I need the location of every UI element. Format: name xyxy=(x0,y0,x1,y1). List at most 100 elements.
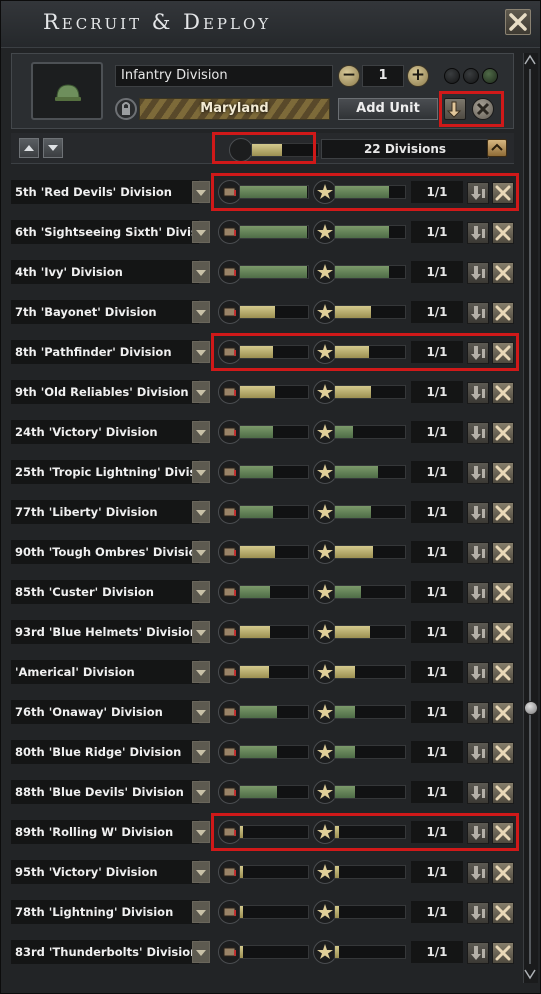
division-name[interactable]: 89th 'Rolling W' Division xyxy=(11,820,199,844)
equipment-bar-fill xyxy=(240,626,270,638)
cancel-division-button[interactable] xyxy=(492,782,514,804)
deploy-division-button[interactable] xyxy=(467,942,489,964)
scroll-up-arrow-icon[interactable] xyxy=(523,53,537,67)
cancel-division-button[interactable] xyxy=(492,622,514,644)
template-dropdown-button[interactable] xyxy=(192,861,210,883)
division-name[interactable]: 85th 'Custer' Division xyxy=(11,580,199,604)
add-unit-button[interactable]: Add Unit xyxy=(338,98,438,120)
template-dropdown-button[interactable] xyxy=(192,741,210,763)
deploy-division-button[interactable] xyxy=(467,302,489,324)
deploy-division-button[interactable] xyxy=(467,902,489,924)
template-dropdown-button[interactable] xyxy=(192,821,210,843)
deploy-division-button[interactable] xyxy=(467,262,489,284)
cancel-division-button[interactable] xyxy=(492,742,514,764)
cancel-division-button[interactable] xyxy=(492,702,514,724)
deploy-division-button[interactable] xyxy=(467,662,489,684)
move-up-button[interactable] xyxy=(19,138,39,158)
deploy-division-button[interactable] xyxy=(467,582,489,604)
template-name-field[interactable]: Infantry Division xyxy=(115,65,333,87)
deploy-division-button[interactable] xyxy=(467,542,489,564)
cancel-division-button[interactable] xyxy=(492,342,514,364)
cancel-division-button[interactable] xyxy=(492,942,514,964)
cancel-division-button[interactable] xyxy=(492,422,514,444)
division-name[interactable]: 8th 'Pathfinder' Division xyxy=(11,340,199,364)
quantity-field[interactable]: 1 xyxy=(362,65,404,87)
cancel-division-button[interactable] xyxy=(492,902,514,924)
template-dropdown-button[interactable] xyxy=(192,181,210,203)
division-name[interactable]: 76th 'Onaway' Division xyxy=(11,700,199,724)
deploy-division-button[interactable] xyxy=(467,462,489,484)
cancel-division-button[interactable] xyxy=(492,462,514,484)
template-dropdown-button[interactable] xyxy=(192,341,210,363)
division-count-value: 1/1 xyxy=(411,701,463,723)
move-down-button[interactable] xyxy=(43,138,63,158)
division-name[interactable]: 80th 'Blue Ridge' Division xyxy=(11,740,199,764)
cancel-division-button[interactable] xyxy=(492,862,514,884)
deploy-location-selector[interactable]: Maryland xyxy=(139,98,330,120)
lock-location-button[interactable] xyxy=(115,98,137,120)
division-name[interactable]: 90th 'Tough Ombres' Divisio xyxy=(11,540,199,564)
template-dropdown-button[interactable] xyxy=(192,501,210,523)
division-name[interactable]: 'Americal' Division xyxy=(11,660,199,684)
cancel-division-button[interactable] xyxy=(492,582,514,604)
template-dropdown-button[interactable] xyxy=(192,541,210,563)
division-name[interactable]: 93rd 'Blue Helmets' Division xyxy=(11,620,199,644)
cancel-division-button[interactable] xyxy=(492,262,514,284)
template-dropdown-button[interactable] xyxy=(192,661,210,683)
division-name[interactable]: 9th 'Old Reliables' Division xyxy=(11,380,199,404)
division-name[interactable]: 78th 'Lightning' Division xyxy=(11,900,199,924)
template-dropdown-button[interactable] xyxy=(192,301,210,323)
division-name[interactable]: 25th 'Tropic Lightning' Divis xyxy=(11,460,199,484)
template-dropdown-button[interactable] xyxy=(192,461,210,483)
cancel-division-button[interactable] xyxy=(492,222,514,244)
decrease-quantity-button[interactable]: − xyxy=(338,65,360,87)
deploy-division-button[interactable] xyxy=(467,342,489,364)
cancel-division-button[interactable] xyxy=(492,302,514,324)
template-dropdown-button[interactable] xyxy=(192,701,210,723)
deploy-division-button[interactable] xyxy=(467,182,489,204)
division-name[interactable]: 77th 'Liberty' Division xyxy=(11,500,199,524)
close-button[interactable] xyxy=(505,9,531,35)
deploy-division-button[interactable] xyxy=(467,222,489,244)
scrollbar-thumb[interactable] xyxy=(524,701,538,715)
cancel-division-button[interactable] xyxy=(492,822,514,844)
deploy-arrow-icon xyxy=(471,426,485,440)
cancel-division-button[interactable] xyxy=(492,542,514,564)
template-dropdown-button[interactable] xyxy=(192,261,210,283)
cancel-division-button[interactable] xyxy=(492,502,514,524)
template-dropdown-button[interactable] xyxy=(192,621,210,643)
cancel-division-button[interactable] xyxy=(492,662,514,684)
cancel-all-button[interactable] xyxy=(472,98,494,120)
deploy-division-button[interactable] xyxy=(467,862,489,884)
increase-quantity-button[interactable]: + xyxy=(407,65,429,87)
division-name[interactable]: 6th 'Sightseeing Sixth' Divis xyxy=(11,220,199,244)
deploy-division-button[interactable] xyxy=(467,822,489,844)
collapse-list-button[interactable] xyxy=(487,139,507,157)
deploy-division-button[interactable] xyxy=(467,502,489,524)
division-name[interactable]: 4th 'Ivy' Division xyxy=(11,260,199,284)
template-dropdown-button[interactable] xyxy=(192,221,210,243)
template-dropdown-button[interactable] xyxy=(192,781,210,803)
division-name[interactable]: 7th 'Bayonet' Division xyxy=(11,300,199,324)
division-name[interactable]: 5th 'Red Devils' Division xyxy=(11,180,199,204)
template-dropdown-button[interactable] xyxy=(192,581,210,603)
cancel-division-button[interactable] xyxy=(492,182,514,204)
deploy-division-button[interactable] xyxy=(467,742,489,764)
deploy-division-button[interactable] xyxy=(467,782,489,804)
deploy-all-button[interactable] xyxy=(444,98,466,120)
template-dropdown-button[interactable] xyxy=(192,941,210,963)
deploy-division-button[interactable] xyxy=(467,622,489,644)
template-dropdown-button[interactable] xyxy=(192,421,210,443)
scroll-down-arrow-icon[interactable] xyxy=(523,967,537,981)
template-icon-frame[interactable] xyxy=(31,62,103,120)
division-name[interactable]: 83rd 'Thunderbolts' Division xyxy=(11,940,199,964)
division-name[interactable]: 24th 'Victory' Division xyxy=(11,420,199,444)
division-name[interactable]: 95th 'Victory' Division xyxy=(11,860,199,884)
deploy-division-button[interactable] xyxy=(467,422,489,444)
division-name[interactable]: 88th 'Blue Devils' Division xyxy=(11,780,199,804)
template-dropdown-button[interactable] xyxy=(192,901,210,923)
template-dropdown-button[interactable] xyxy=(192,381,210,403)
deploy-division-button[interactable] xyxy=(467,702,489,724)
deploy-division-button[interactable] xyxy=(467,382,489,404)
cancel-division-button[interactable] xyxy=(492,382,514,404)
